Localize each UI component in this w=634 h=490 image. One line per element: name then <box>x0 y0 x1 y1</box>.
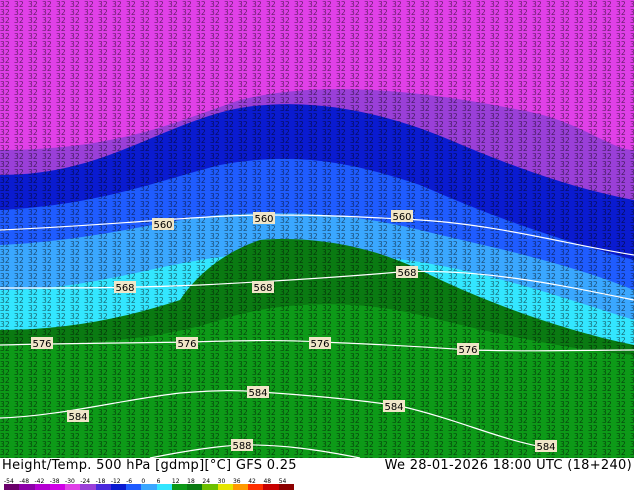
colorbar-swatch <box>141 484 158 490</box>
contour-label-text: 560 <box>254 214 273 225</box>
contour-label: 560 <box>152 218 174 231</box>
contour-label-text: 576 <box>310 339 329 350</box>
contour-label-text: 568 <box>397 268 416 279</box>
colorbar-swatch <box>202 484 219 490</box>
temperature-digit-grid <box>0 0 634 458</box>
colorbar-swatch <box>171 484 188 490</box>
contour-label-text: 588 <box>232 441 251 452</box>
contour-label-text: 576 <box>177 339 196 350</box>
colorbar-swatch <box>156 484 173 490</box>
colorbar-swatch <box>110 484 127 490</box>
contour-label: 588 <box>231 439 253 452</box>
contour-label-text: 568 <box>115 283 134 294</box>
valid-time: We 28-01-2026 18:00 UTC (18+240) <box>384 458 632 473</box>
colorbar-swatch <box>49 484 66 490</box>
contour-label: 568 <box>252 281 274 294</box>
colorbar-swatch <box>187 484 203 490</box>
colorbar-swatch <box>232 484 249 490</box>
contour-label: 560 <box>391 210 413 223</box>
contour-label: 576 <box>457 343 479 356</box>
temperature-colorbar <box>4 484 295 490</box>
contour-label-text: 584 <box>248 388 267 399</box>
contour-label: 584 <box>67 410 89 423</box>
contour-label: 576 <box>31 337 53 350</box>
contour-label: 584 <box>247 386 269 399</box>
contour-label: 568 <box>396 266 418 279</box>
colorbar-swatch <box>217 484 234 490</box>
contour-label: 568 <box>114 281 136 294</box>
contour-label-text: 584 <box>68 412 87 423</box>
colorbar-swatch <box>248 484 264 490</box>
contour-label-text: 568 <box>253 283 272 294</box>
contour-label-text: 584 <box>384 402 403 413</box>
contour-label: 584 <box>535 440 557 453</box>
contour-label: 560 <box>253 212 275 225</box>
colorbar-swatch <box>19 484 35 490</box>
contour-label: 576 <box>176 337 198 350</box>
colorbar-swatch <box>34 484 51 490</box>
colorbar-swatch <box>65 484 81 490</box>
contour-label-text: 576 <box>458 345 477 356</box>
contour-label: 584 <box>383 400 405 413</box>
weather-map: 32 5605605605685685685765765765765845845… <box>0 0 634 458</box>
contour-label-text: 584 <box>536 442 555 453</box>
colorbar-swatch <box>263 484 280 490</box>
contour-label: 576 <box>309 337 331 350</box>
product-title: Height/Temp. 500 hPa [gdmp][°C] GFS 0.25 <box>2 458 297 473</box>
colorbar-swatch <box>278 484 295 490</box>
contour-label-text: 560 <box>392 212 411 223</box>
contour-label-text: 576 <box>32 339 51 350</box>
colorbar-swatch <box>95 484 112 490</box>
colorbar-swatch <box>126 484 142 490</box>
contour-label-text: 560 <box>153 220 172 231</box>
colorbar-swatch <box>80 484 97 490</box>
colorbar-swatch <box>4 484 20 490</box>
